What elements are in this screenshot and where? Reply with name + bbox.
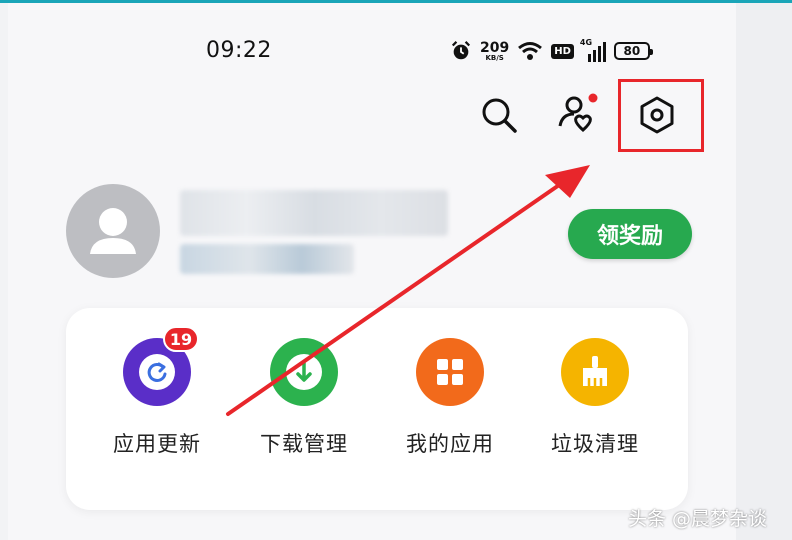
watermark: 头条 @晨梦杂谈 <box>628 508 768 530</box>
annotation-arrow <box>226 165 590 416</box>
